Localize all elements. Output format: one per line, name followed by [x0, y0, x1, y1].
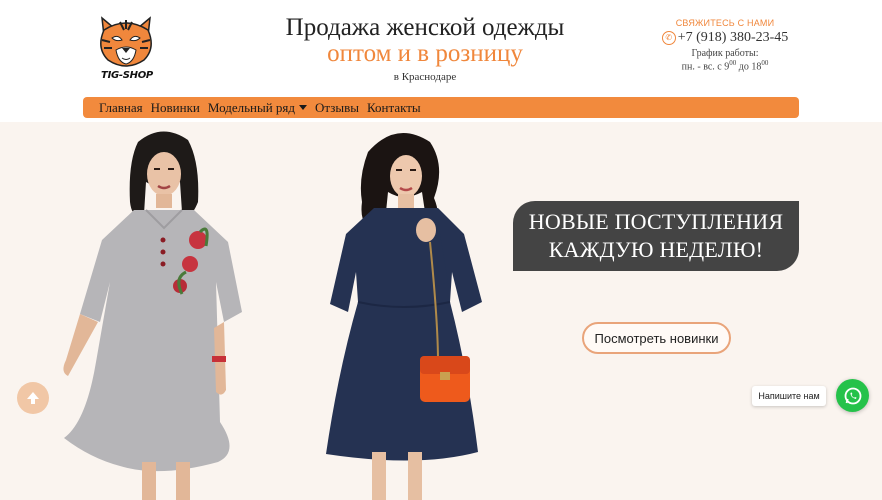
- logo-text: TIG-SHOP: [101, 70, 153, 81]
- title-line-3: в Краснодаре: [393, 71, 457, 83]
- scroll-to-top-button[interactable]: [17, 382, 49, 414]
- contact-block: СВЯЖИТЕСЬ С НАМИ ✆ +7 (918) 380-23-45 Гр…: [650, 18, 800, 72]
- title-line-2: оптом и в розницу: [327, 40, 523, 67]
- whatsapp-button[interactable]: [836, 379, 869, 412]
- chat-label[interactable]: Напишите нам: [752, 386, 826, 406]
- view-new-button[interactable]: Посмотреть новинки: [582, 322, 731, 354]
- whatsapp-icon: [844, 387, 861, 404]
- site-title: Продажа женской одежды оптом и в розницу…: [250, 14, 600, 86]
- main-nav: Главная Новинки Модельный ряд Отзывы Кон…: [83, 97, 799, 118]
- arrow-up-icon: [27, 392, 39, 404]
- hours-to: до 18: [736, 61, 762, 73]
- hours-label: График работы:: [691, 48, 759, 59]
- model-grey-dress-image: [50, 122, 260, 500]
- headline-line-1: НОВЫЕ ПОСТУПЛЕНИЯ: [528, 209, 784, 234]
- phone-link[interactable]: ✆ +7 (918) 380-23-45: [650, 30, 800, 46]
- site-header: TIG-SHOP Продажа женской одежды оптом и …: [0, 0, 882, 96]
- nav-item-models[interactable]: Модельный ряд: [207, 99, 308, 116]
- hours-value: пн. - вс. с 900 до 1800: [650, 59, 800, 72]
- title-line-1: Продажа женской одежды: [285, 14, 565, 41]
- phone-icon: ✆: [661, 31, 676, 45]
- phone-number: +7 (918) 380-23-45: [677, 30, 789, 45]
- hours-from: пн. - вс. с 9: [681, 61, 730, 73]
- nav-item-new[interactable]: Новинки: [151, 100, 200, 116]
- hours-to-minutes: 00: [761, 59, 769, 67]
- nav-item-models-label: Модельный ряд: [207, 99, 296, 115]
- contact-label: СВЯЖИТЕСЬ С НАМИ: [675, 18, 775, 28]
- chevron-down-icon: [299, 105, 308, 110]
- nav-item-reviews[interactable]: Отзывы: [315, 100, 359, 116]
- headline-line-2: КАЖДУЮ НЕДЕЛЮ!: [548, 237, 764, 262]
- headline-banner: НОВЫЕ ПОСТУПЛЕНИЯ КАЖДУЮ НЕДЕЛЮ!: [513, 201, 799, 271]
- nav-item-home[interactable]: Главная: [99, 100, 143, 116]
- hero-banner: НОВЫЕ ПОСТУПЛЕНИЯ КАЖДУЮ НЕДЕЛЮ! Посмотр…: [0, 122, 882, 500]
- model-navy-dress-image: [318, 122, 518, 500]
- nav-item-contacts[interactable]: Контакты: [367, 100, 421, 116]
